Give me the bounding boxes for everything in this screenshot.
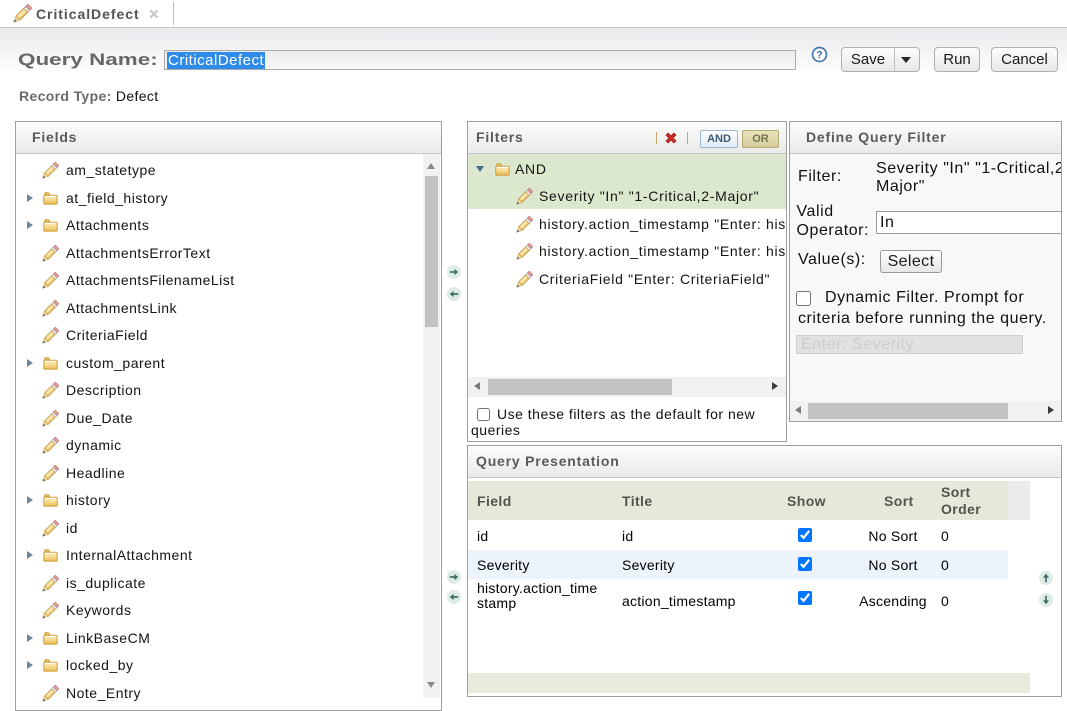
svg-text:?: ? bbox=[816, 49, 822, 61]
